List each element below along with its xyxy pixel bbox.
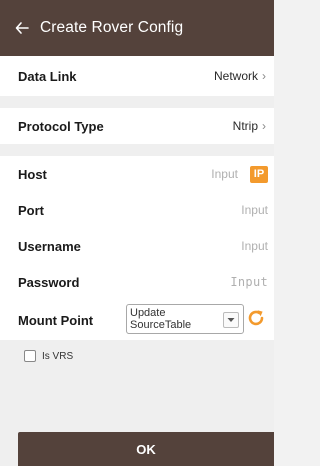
host-input[interactable]: Input — [211, 167, 238, 181]
protocol-type-value: Ntrip › — [233, 119, 266, 133]
chevron-right-icon: › — [262, 119, 266, 133]
username-label: Username — [18, 238, 81, 254]
app-header: Create Rover Config — [0, 0, 274, 56]
ok-button[interactable]: OK — [18, 432, 274, 466]
refresh-icon[interactable] — [245, 307, 267, 329]
data-link-label: Data Link — [18, 68, 77, 84]
password-label: Password — [18, 274, 80, 290]
protocol-type-row[interactable]: Protocol Type Ntrip › — [0, 108, 274, 144]
protocol-type-value-text: Ntrip — [232, 119, 258, 133]
password-input[interactable]: Input — [230, 275, 268, 289]
page-title: Create Rover Config — [40, 19, 184, 36]
data-link-value-text: Network — [213, 69, 258, 83]
chevron-right-icon: › — [262, 69, 266, 83]
is-vrs-checkbox[interactable] — [24, 350, 36, 362]
username-row: Username Input — [0, 228, 274, 264]
host-label: Host — [18, 166, 47, 182]
mount-point-label: Mount Point — [18, 312, 94, 328]
data-link-row[interactable]: Data Link Network › — [0, 56, 274, 96]
host-row: Host Input IP — [0, 156, 274, 192]
mount-point-select[interactable]: Update SourceTable — [126, 304, 244, 334]
is-vrs-label: Is VRS — [42, 350, 74, 362]
protocol-type-label: Protocol Type — [18, 118, 104, 134]
section-divider — [0, 96, 274, 108]
port-label: Port — [18, 202, 44, 218]
port-input[interactable]: Input — [241, 203, 268, 217]
app-screen: Create Rover Config Data Link Network › … — [0, 0, 274, 466]
dropdown-arrow-icon — [223, 312, 239, 328]
section-divider — [0, 144, 274, 156]
back-arrow-icon[interactable] — [4, 0, 40, 56]
ip-badge-button[interactable]: IP — [250, 165, 268, 183]
is-vrs-option[interactable]: Is VRS — [24, 350, 73, 362]
port-row: Port Input — [0, 192, 274, 228]
username-input[interactable]: Input — [241, 239, 268, 253]
mount-point-row: Mount Point Update SourceTable — [0, 300, 274, 340]
password-row: Password Input — [0, 264, 274, 300]
data-link-value: Network › — [214, 69, 266, 83]
